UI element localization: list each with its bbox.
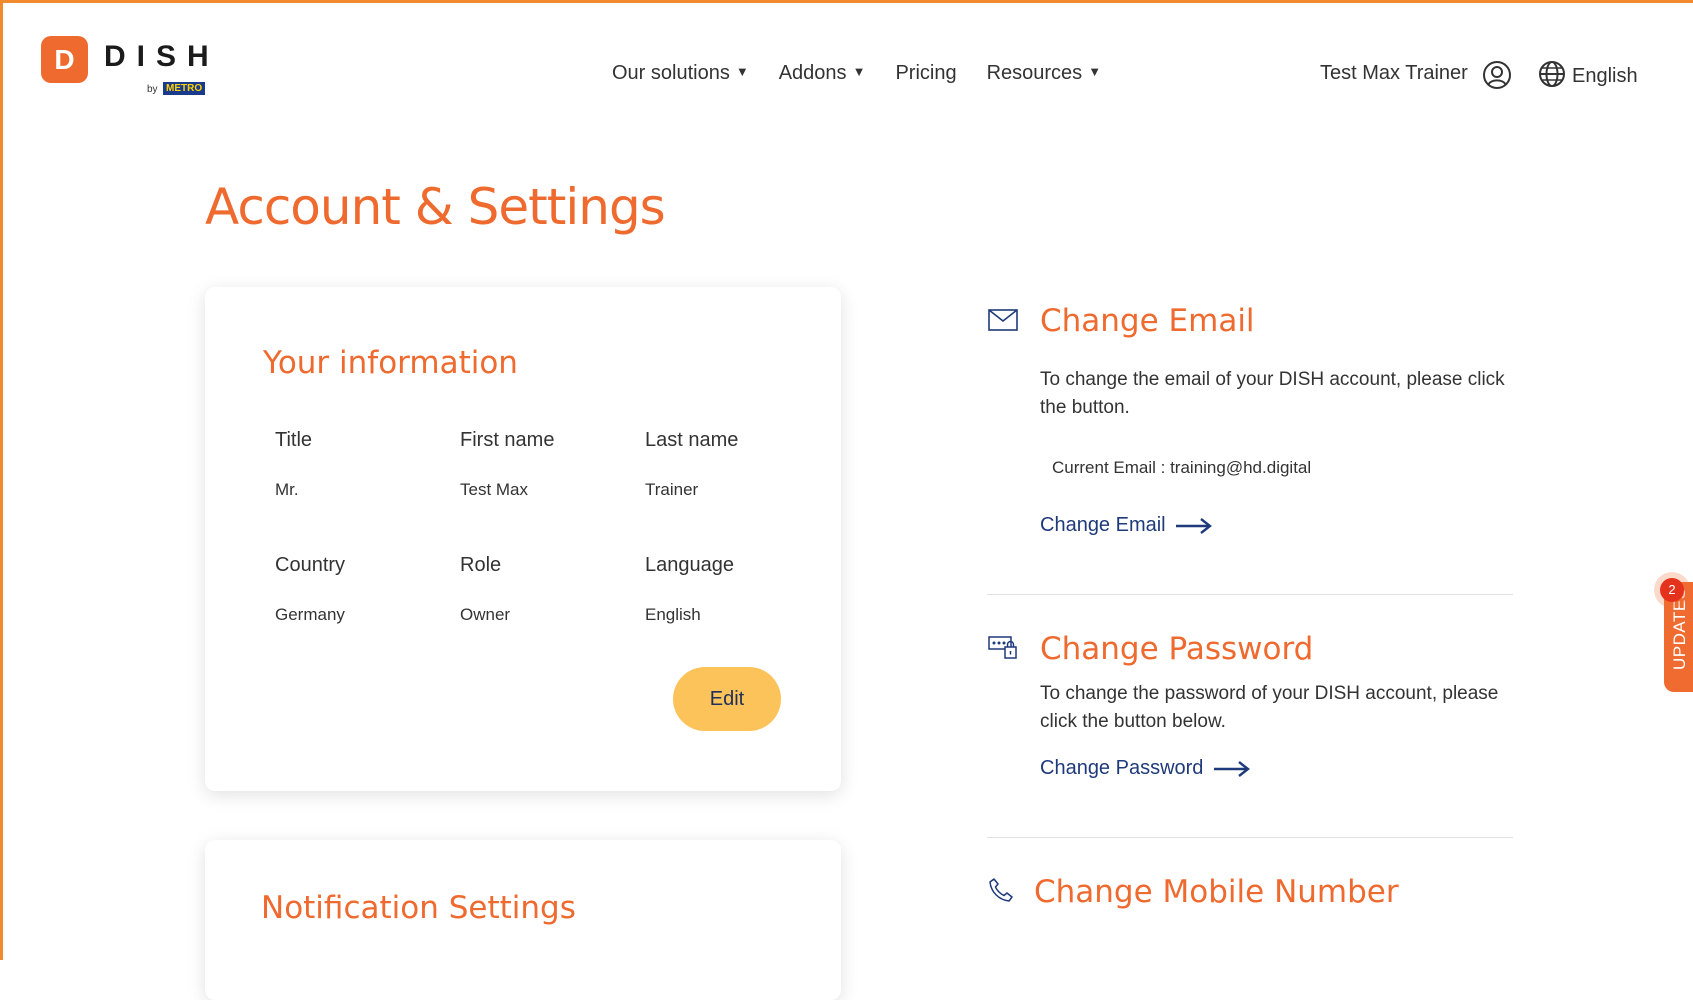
current-email: Current Email : training@hd.digital [1052, 458, 1312, 477]
language-label: English [1572, 65, 1638, 87]
caret-down-icon: ▼ [852, 64, 866, 79]
field-label-role: Role [460, 554, 502, 576]
notification-settings-card: Notification Settings [205, 840, 841, 1000]
change-mobile-title: Change Mobile Number [1034, 874, 1399, 910]
section-divider [987, 594, 1513, 595]
metro-badge: METRO [163, 82, 206, 95]
your-information-card: Your information Title First name Last n… [205, 287, 841, 791]
link-label: Change Password [1040, 757, 1204, 779]
arrow-right-icon [1214, 761, 1250, 777]
page-title: Account & Settings [205, 178, 666, 236]
card-title: Your information [263, 345, 518, 381]
field-label-first-name: First name [460, 429, 555, 451]
nav-label: Resources [986, 62, 1083, 84]
section-divider [987, 837, 1513, 838]
arrow-right-icon [1176, 518, 1213, 534]
nav-label: Addons [778, 62, 847, 84]
main-nav: Our solutions ▼ Addons ▼ Pricing Resources… [612, 62, 1131, 85]
envelope-icon [988, 309, 1018, 331]
field-value-language: English [645, 605, 701, 624]
change-email-title: Change Email [1040, 303, 1255, 339]
field-value-first-name: Test Max [460, 480, 529, 499]
logo-mark: D [41, 36, 88, 83]
field-value-role: Owner [460, 605, 511, 624]
updates-count-badge: 2 [1660, 578, 1684, 602]
card-title: Notification Settings [261, 890, 576, 926]
field-label-last-name: Last name [645, 429, 739, 451]
nav-addons[interactable]: Addons ▼ [779, 62, 866, 85]
nav-label: Pricing [895, 62, 957, 84]
user-circle-icon[interactable] [1482, 60, 1512, 90]
nav-pricing[interactable]: Pricing [895, 62, 956, 85]
field-value-country: Germany [275, 605, 345, 624]
change-email-link[interactable]: Change Email [1040, 514, 1213, 537]
caret-down-icon: ▼ [1088, 64, 1102, 79]
edit-button[interactable]: Edit [673, 667, 781, 731]
link-label: Change Email [1040, 514, 1166, 536]
field-label-country: Country [275, 554, 346, 576]
top-navigation: D DISH by METRO Our solutions ▼ Addons ▼ P… [0, 0, 1693, 140]
change-password-text: To change the password of your DISH acco… [1040, 683, 1499, 732]
dish-logo[interactable]: D DISH by METRO [41, 36, 211, 96]
password-lock-icon [988, 636, 1017, 659]
globe-icon [1539, 61, 1565, 87]
nav-resources[interactable]: Resources ▼ [987, 62, 1101, 85]
field-value-last-name: Trainer [645, 480, 699, 499]
field-label-language: Language [645, 554, 734, 576]
phone-icon [989, 878, 1013, 902]
field-value-title: Mr. [275, 480, 299, 499]
nav-label: Our solutions [612, 62, 730, 84]
caret-down-icon: ▼ [735, 64, 749, 79]
user-name[interactable]: Test Max Trainer [1320, 62, 1468, 85]
logo-wordmark: DISH [104, 40, 220, 73]
logo-by: by [147, 84, 158, 95]
nav-our-solutions[interactable]: Our solutions ▼ [612, 62, 749, 85]
change-password-link[interactable]: Change Password [1040, 757, 1251, 780]
change-email-text: To change the email of your DISH account… [1040, 369, 1505, 418]
change-password-title: Change Password [1040, 631, 1314, 667]
language-selector[interactable]: English [1538, 60, 1638, 88]
field-label-title: Title [275, 429, 313, 451]
